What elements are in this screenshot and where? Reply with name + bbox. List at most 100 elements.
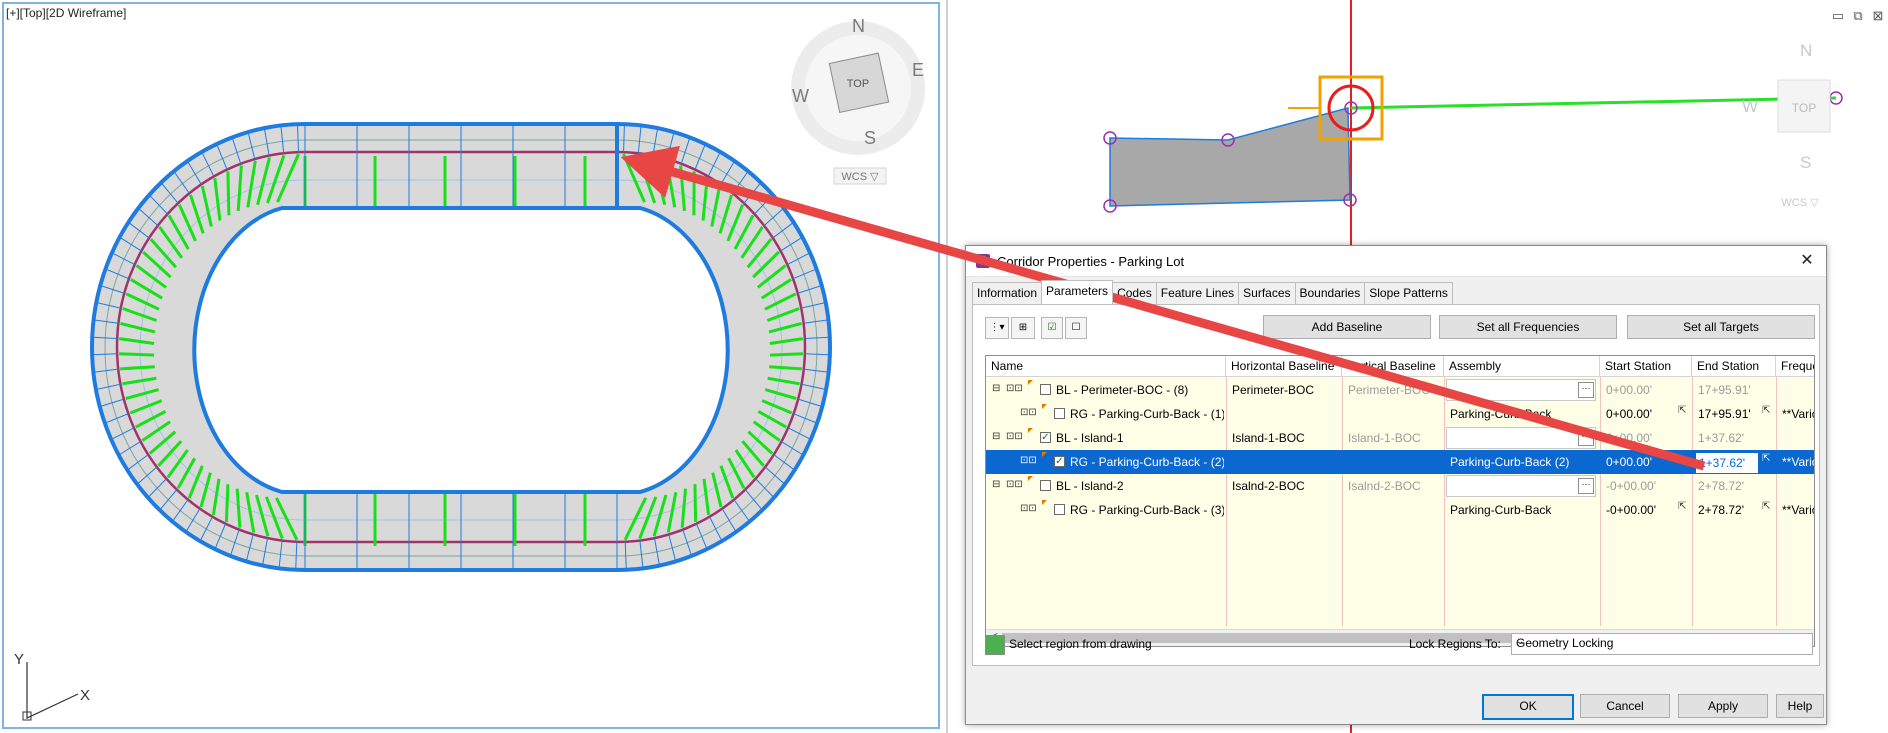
tab-surfaces[interactable]: Surfaces — [1238, 282, 1296, 304]
baseline-row[interactable]: ⊟ ⊡⊡ BL - Island-2 Isalnd-2-BOC Isalnd-2… — [986, 474, 1814, 498]
pick-station-icon[interactable]: ⇱ — [1678, 501, 1686, 512]
add-baseline-button[interactable]: Add Baseline — [1263, 315, 1431, 339]
vertical-baseline[interactable]: Perimeter-BOC — [1348, 378, 1442, 402]
vertical-baseline[interactable]: Isalnd-2-BOC — [1348, 474, 1442, 498]
end-station[interactable]: 2+78.72' — [1698, 474, 1774, 498]
ok-button[interactable]: OK — [1482, 694, 1574, 720]
viewport-restore-icon[interactable]: ⧉ — [1850, 8, 1866, 24]
viewport-minimize-icon[interactable]: ▭ — [1830, 8, 1846, 24]
pick-station-icon[interactable]: ⇱ — [1762, 501, 1770, 512]
viewport-close-icon[interactable]: ⊠ — [1870, 8, 1886, 24]
frequency[interactable] — [1782, 474, 1814, 498]
col-start-station[interactable]: Start Station — [1600, 356, 1692, 376]
lock-regions-dropdown[interactable]: Geometry Locking ⌄ — [1511, 633, 1813, 655]
viewcube-right[interactable]: TOP N W S WCS ▽ — [1742, 41, 1831, 209]
uncheck-all-icon[interactable]: ☐ — [1065, 317, 1087, 339]
baseline-row[interactable]: ⊟ ⊡⊡ BL - Perimeter-BOC - (8) Perimeter-… — [986, 378, 1814, 402]
end-station[interactable]: 1+37.62' — [1698, 426, 1774, 450]
pick-station-icon[interactable]: ⇱ — [1762, 453, 1770, 464]
region-row[interactable]: ⊡⊡ RG - Parking-Curb-Back - (3) Parking-… — [986, 498, 1814, 522]
set-all-targets-button[interactable]: Set all Targets — [1627, 315, 1815, 339]
compass-south-right[interactable]: S — [1800, 153, 1811, 172]
tab-boundaries[interactable]: Boundaries — [1294, 282, 1366, 304]
assembly-cell[interactable] — [1446, 427, 1596, 449]
start-station[interactable]: 0+00.00' — [1606, 450, 1676, 474]
baseline-checkbox[interactable] — [1040, 480, 1051, 491]
help-button[interactable]: Help — [1776, 694, 1824, 718]
corridor-properties-dialog[interactable]: C Corridor Properties - Parking Lot ✕ In… — [965, 245, 1827, 725]
compass-west-right[interactable]: W — [1742, 97, 1758, 116]
dialog-titlebar[interactable]: C Corridor Properties - Parking Lot ✕ — [966, 246, 1826, 277]
assembly[interactable]: Parking-Curb-Back (2) — [1450, 450, 1596, 474]
region-checkbox[interactable] — [1054, 408, 1065, 419]
compass-north-right[interactable]: N — [1800, 41, 1812, 60]
assembly[interactable]: Parking-Curb-Back — [1450, 402, 1596, 426]
vertical-baseline[interactable]: Island-1-BOC — [1348, 426, 1442, 450]
start-station[interactable]: 0+00.00' — [1606, 378, 1690, 402]
viewcube-face-right[interactable]: TOP — [1792, 101, 1816, 115]
start-station[interactable]: -0+00.00' — [1606, 474, 1690, 498]
expand-all-icon[interactable]: ⋮▾ — [985, 317, 1009, 339]
assembly-ellipsis-button[interactable]: ··· — [1578, 382, 1594, 398]
baseline-checkbox[interactable] — [1040, 384, 1051, 395]
col-name[interactable]: Name — [986, 356, 1226, 376]
compass-east[interactable]: E — [912, 60, 924, 80]
viewcube[interactable]: TOP N E W S WCS ▽ — [791, 16, 925, 185]
collapse-all-icon[interactable]: ⊞ — [1011, 317, 1035, 339]
end-station-editor[interactable]: 1+37.62' — [1696, 453, 1758, 473]
assembly-cell[interactable] — [1446, 379, 1596, 401]
cancel-button[interactable]: Cancel — [1580, 694, 1670, 718]
horizontal-baseline[interactable]: Island-1-BOC — [1232, 426, 1340, 450]
wcs-menu[interactable]: WCS ▽ — [841, 171, 879, 183]
start-station[interactable]: 0+00.00' — [1606, 426, 1690, 450]
col-assembly[interactable]: Assembly — [1444, 356, 1600, 376]
tab-parameters[interactable]: Parameters — [1041, 280, 1114, 304]
pick-station-icon[interactable]: ⇱ — [1762, 405, 1770, 416]
pick-station-icon[interactable]: ⇱ — [1678, 405, 1686, 416]
frequency[interactable] — [1782, 426, 1814, 450]
set-all-frequencies-button[interactable]: Set all Frequencies — [1439, 315, 1617, 339]
tab-codes[interactable]: Codes — [1112, 282, 1157, 304]
frequency[interactable]: **Various** — [1782, 498, 1814, 522]
end-station[interactable]: 17+95.91' — [1698, 402, 1758, 426]
wcs-menu-right[interactable]: WCS ▽ — [1781, 197, 1819, 209]
tab-information[interactable]: Information — [972, 282, 1043, 304]
compass-west[interactable]: W — [792, 86, 809, 106]
col-frequency[interactable]: Frequency — [1776, 356, 1814, 376]
horizontal-baseline[interactable]: Isalnd-2-BOC — [1232, 474, 1340, 498]
region-row[interactable]: ⊡⊡ RG - Parking-Curb-Back - (1) Parking-… — [986, 402, 1814, 426]
baseline-row[interactable]: ⊟ ⊡⊡ ✓ BL - Island-1 Island-1-BOC Island… — [986, 426, 1814, 450]
end-station[interactable]: 2+78.72' — [1698, 498, 1758, 522]
region-icon: ⊡⊡ — [1020, 455, 1037, 466]
tab-slope-patterns[interactable]: Slope Patterns — [1364, 282, 1453, 304]
region-checkbox[interactable]: ✓ — [1054, 456, 1065, 467]
frequency[interactable] — [1782, 378, 1814, 402]
check-all-icon[interactable]: ☑ — [1041, 317, 1063, 339]
baseline-grid[interactable]: Name Horizontal Baseline Vertical Baseli… — [985, 355, 1815, 647]
assembly-cell[interactable] — [1446, 475, 1596, 497]
assembly[interactable]: Parking-Curb-Back — [1450, 498, 1596, 522]
start-station[interactable]: -0+00.00' — [1606, 498, 1676, 522]
compass-south[interactable]: S — [864, 128, 876, 148]
apply-button[interactable]: Apply — [1678, 694, 1768, 718]
viewcube-face[interactable]: TOP — [847, 78, 869, 90]
compass-north[interactable]: N — [852, 16, 865, 36]
horizontal-baseline[interactable]: Perimeter-BOC — [1232, 378, 1340, 402]
col-end-station[interactable]: End Station — [1692, 356, 1776, 376]
region-checkbox[interactable] — [1054, 504, 1065, 515]
left-viewport[interactable]: [+][Top][2D Wireframe] TOP N E W S WCS ▽ — [0, 0, 946, 733]
frequency[interactable]: **Various** — [1782, 402, 1814, 426]
col-horizontal-baseline[interactable]: Horizontal Baseline — [1226, 356, 1342, 376]
col-vertical-baseline[interactable]: Vertical Baseline — [1342, 356, 1444, 376]
dialog-close-button[interactable]: ✕ — [1796, 250, 1818, 272]
corridor-drawing[interactable]: TOP N E W S WCS ▽ Y X — [0, 0, 946, 733]
region-row-selected[interactable]: ⊡⊡ ✓ RG - Parking-Curb-Back - (2) Parkin… — [986, 450, 1814, 474]
end-station[interactable]: 17+95.91' — [1698, 378, 1774, 402]
frequency[interactable]: **Various** — [1782, 450, 1814, 474]
select-region-icon[interactable] — [985, 635, 1005, 655]
start-station[interactable]: 0+00.00' — [1606, 402, 1676, 426]
assembly-ellipsis-button[interactable]: ··· — [1578, 430, 1594, 446]
assembly-ellipsis-button[interactable]: ··· — [1578, 478, 1594, 494]
baseline-checkbox[interactable]: ✓ — [1040, 432, 1051, 443]
tab-feature-lines[interactable]: Feature Lines — [1155, 282, 1240, 304]
